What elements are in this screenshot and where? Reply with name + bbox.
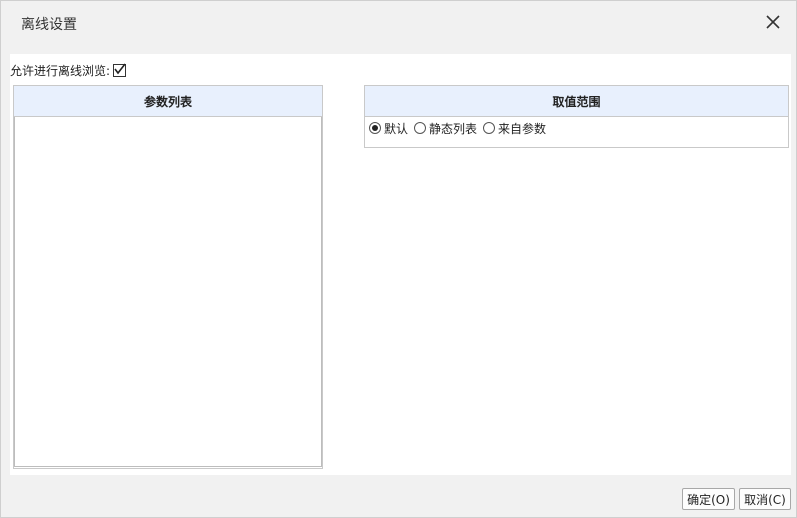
allow-offline-label: 允许进行离线浏览: xyxy=(10,63,111,78)
radio-from-param[interactable]: 来自参数 xyxy=(483,120,546,137)
close-button[interactable] xyxy=(764,13,782,31)
value-range-panel: 取值范围 默认 静态列表 来自参数 xyxy=(364,85,789,148)
value-range-header: 取值范围 xyxy=(365,86,788,117)
param-list-body[interactable] xyxy=(14,117,322,467)
radio-default-circle[interactable] xyxy=(369,122,381,134)
value-range-options: 默认 静态列表 来自参数 xyxy=(369,120,552,136)
offline-settings-dialog: 离线设置 允许进行离线浏览: 参数列表 取值范围 默认 静态列表 来自参数 确定… xyxy=(0,0,797,518)
ok-button[interactable]: 确定(O) xyxy=(682,488,735,510)
radio-default[interactable]: 默认 xyxy=(369,120,408,137)
radio-from-param-circle[interactable] xyxy=(483,122,496,134)
dialog-content: 允许进行离线浏览: 参数列表 取值范围 默认 静态列表 来自参数 xyxy=(10,54,791,475)
radio-static-list-circle[interactable] xyxy=(414,122,427,134)
param-list-panel: 参数列表 xyxy=(13,85,323,469)
allow-offline-checkbox[interactable] xyxy=(113,63,127,77)
radio-static-list-label: 静态列表 xyxy=(429,121,478,136)
allow-offline-row: 允许进行离线浏览: xyxy=(10,61,127,79)
dialog-title: 离线设置 xyxy=(21,17,77,33)
close-icon xyxy=(766,15,780,29)
checkmark-icon xyxy=(114,63,126,74)
radio-from-param-label: 来自参数 xyxy=(498,121,547,136)
dialog-titlebar: 离线设置 xyxy=(1,1,796,45)
param-list-header: 参数列表 xyxy=(14,86,322,117)
radio-static-list[interactable]: 静态列表 xyxy=(414,120,477,137)
radio-default-label: 默认 xyxy=(384,121,409,136)
cancel-button[interactable]: 取消(C) xyxy=(739,488,791,510)
